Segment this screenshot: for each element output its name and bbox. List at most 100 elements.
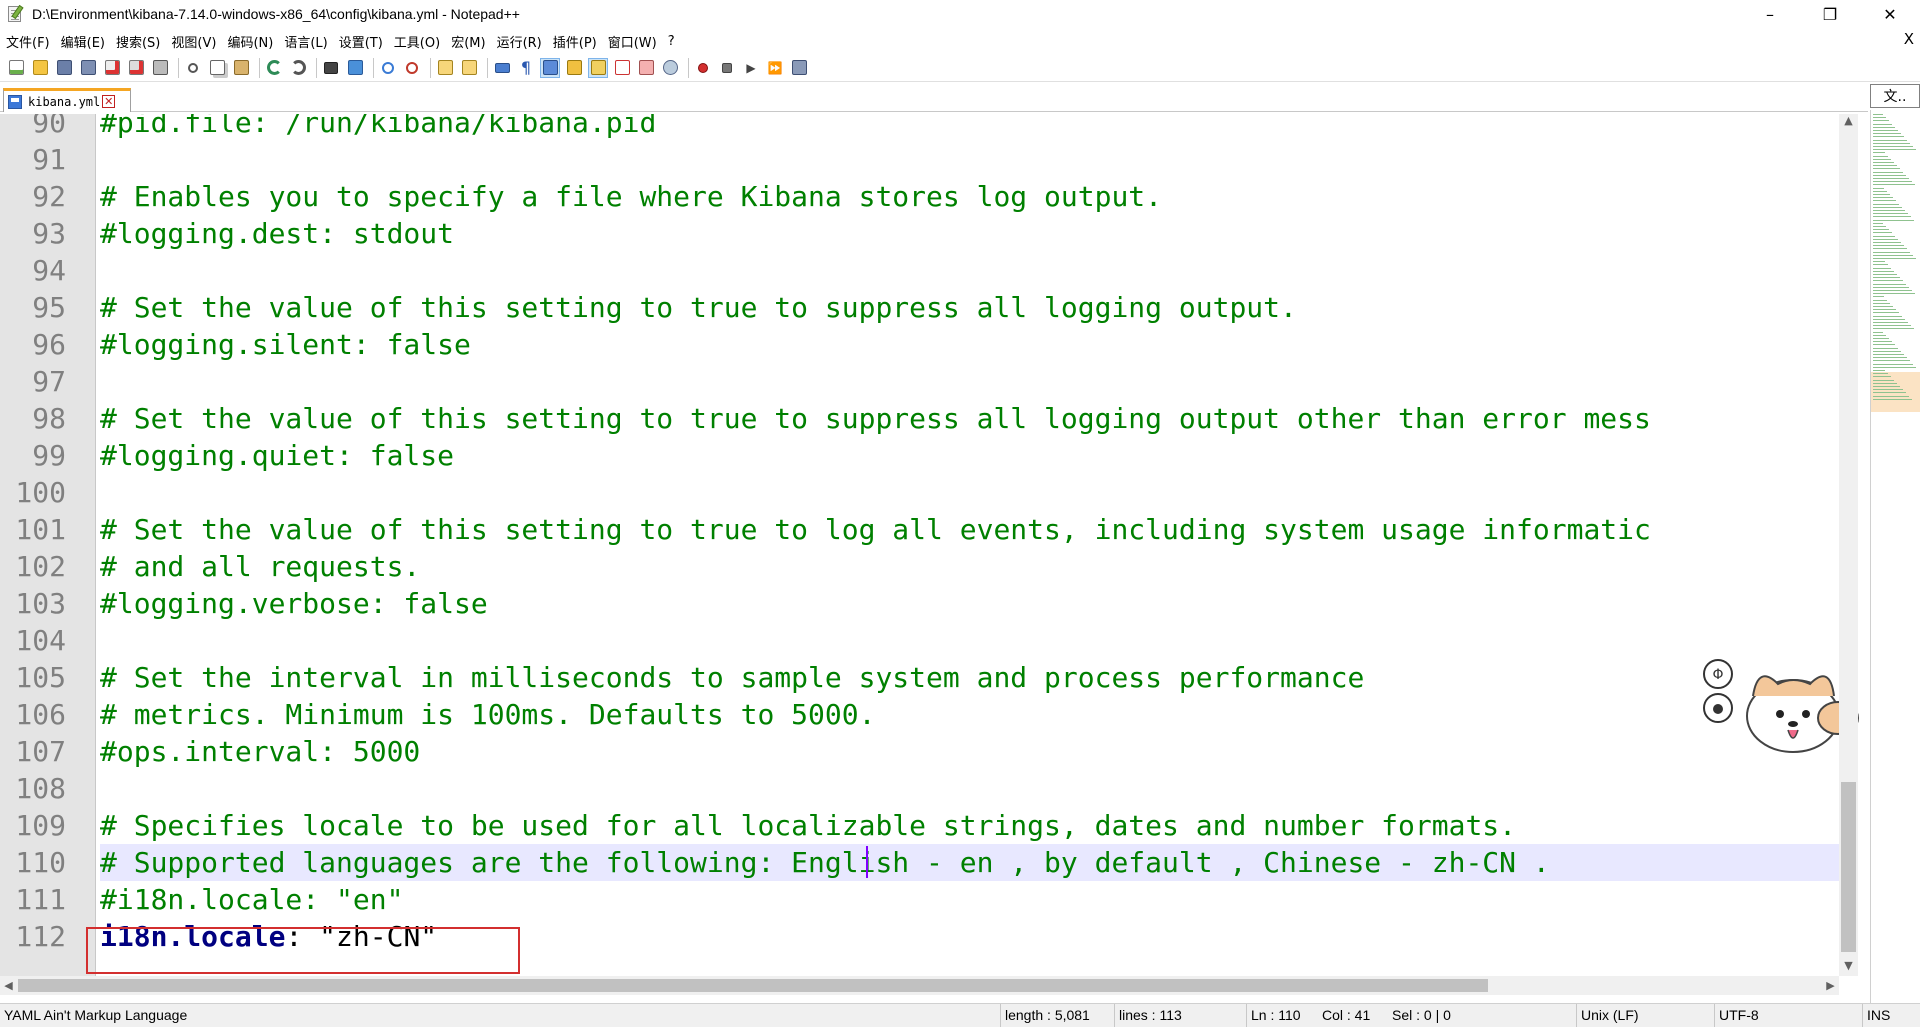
code-line[interactable]: 93 #logging.dest: stdout	[0, 215, 1839, 252]
sync-horizontal-icon[interactable]	[459, 58, 479, 78]
menu-macro[interactable]: 宏(M)	[451, 32, 485, 51]
document-map-line	[1873, 398, 1912, 400]
horizontal-scroll-thumb[interactable]	[18, 979, 1488, 992]
zoom-out-icon[interactable]	[402, 58, 422, 78]
indent-guide-icon[interactable]	[540, 57, 560, 78]
print-icon[interactable]	[150, 58, 170, 78]
menu-language[interactable]: 语言(L)	[284, 32, 327, 51]
scroll-down-icon[interactable]: ▼	[1839, 959, 1858, 976]
line-text: # Set the value of this setting to true …	[100, 513, 1651, 546]
code-line[interactable]: 90 #pid.file: /run/kibana/kibana.pid	[0, 114, 1839, 141]
close-all-icon[interactable]	[126, 58, 146, 78]
code-line[interactable]: 97	[0, 363, 1839, 400]
zoom-in-icon[interactable]	[378, 58, 398, 78]
vertical-scroll-thumb[interactable]	[1841, 782, 1856, 952]
document-map-header[interactable]: 文..	[1870, 84, 1920, 108]
scroll-left-icon[interactable]: ◀	[0, 976, 17, 995]
code-line[interactable]: 106 # metrics. Minimum is 100ms. Defaults…	[0, 696, 1839, 733]
save-all-icon[interactable]	[78, 58, 98, 78]
menu-tools[interactable]: 工具(O)	[394, 32, 440, 51]
close-file-icon[interactable]	[102, 58, 122, 78]
tab-kibana-yml[interactable]: kibana.yml ✕	[3, 88, 131, 112]
stop-macro-icon[interactable]	[717, 58, 737, 78]
tab-close-icon[interactable]: ✕	[102, 95, 116, 108]
code-line[interactable]: 94	[0, 252, 1839, 289]
menu-help[interactable]: ?	[668, 34, 675, 49]
code-line[interactable]: 91	[0, 141, 1839, 178]
replace-icon[interactable]	[345, 58, 365, 78]
udl-icon[interactable]	[564, 58, 584, 78]
status-insert-mode: INS	[1862, 1004, 1920, 1027]
code-line[interactable]: 111 #i18n.locale: "en"	[0, 881, 1839, 918]
document-map-line	[1873, 331, 1883, 333]
vertical-scrollbar[interactable]: ▲ ▼	[1839, 114, 1858, 976]
paste-icon[interactable]	[231, 58, 251, 78]
menu-view[interactable]: 视图(V)	[171, 32, 216, 51]
save-macro-icon[interactable]	[789, 58, 809, 78]
close-button[interactable]: ✕	[1860, 0, 1920, 28]
menu-search[interactable]: 搜索(S)	[116, 32, 160, 51]
close-document-button[interactable]: X	[1904, 30, 1914, 48]
toolbar-separator	[430, 57, 431, 78]
word-wrap-icon[interactable]	[492, 58, 512, 78]
menu-window[interactable]: 窗口(W)	[608, 32, 657, 51]
undo-icon[interactable]	[264, 58, 284, 78]
code-line[interactable]: 108	[0, 770, 1839, 807]
code-editor[interactable]: 90 #pid.file: /run/kibana/kibana.pid 91 92 #…	[0, 114, 1839, 976]
status-eol: Unix (LF)	[1576, 1004, 1714, 1027]
code-line[interactable]: 92 # Enables you to specify a file where …	[0, 178, 1839, 215]
save-icon[interactable]	[54, 58, 74, 78]
doc-map-icon[interactable]	[588, 57, 608, 78]
line-number: 106	[15, 698, 66, 731]
document-map[interactable]	[1870, 110, 1920, 1004]
open-file-icon[interactable]	[30, 58, 50, 78]
horizontal-scrollbar[interactable]: ◀ ▶	[0, 976, 1839, 995]
find-icon[interactable]	[321, 58, 341, 78]
document-map-line	[1873, 379, 1894, 381]
sync-vertical-icon[interactable]	[435, 58, 455, 78]
code-line[interactable]: 103 #logging.verbose: false	[0, 585, 1839, 622]
cut-icon[interactable]	[183, 58, 203, 78]
code-line[interactable]: 100	[0, 474, 1839, 511]
document-map-line	[1873, 328, 1914, 330]
code-line[interactable]: 95 # Set the value of this setting to tru…	[0, 289, 1839, 326]
show-all-chars-icon[interactable]: ¶	[516, 58, 536, 78]
menu-bar: 文件(F) 编辑(E) 搜索(S) 视图(V) 编码(N) 语言(L) 设置(T…	[0, 30, 1920, 52]
status-ln: Ln : 110	[1246, 1004, 1318, 1027]
code-line[interactable]: 98 # Set the value of this setting to tru…	[0, 400, 1839, 437]
document-map-line	[1873, 322, 1908, 323]
menu-encoding[interactable]: 编码(N)	[227, 32, 273, 51]
menu-run[interactable]: 运行(R)	[497, 32, 542, 51]
code-line[interactable]: 104	[0, 622, 1839, 659]
code-line[interactable]: 101 # Set the value of this setting to tr…	[0, 511, 1839, 548]
window-controls: – ❐ ✕	[1740, 0, 1920, 28]
menu-settings[interactable]: 设置(T)	[339, 32, 383, 51]
folder-workspace-icon[interactable]	[636, 58, 656, 78]
scroll-up-icon[interactable]: ▲	[1839, 114, 1858, 131]
new-file-icon[interactable]	[6, 58, 26, 78]
copy-icon[interactable]	[207, 58, 227, 78]
document-map-line	[1873, 197, 1893, 199]
menu-file[interactable]: 文件(F)	[6, 32, 50, 51]
document-map-line	[1873, 382, 1897, 384]
function-list-icon[interactable]	[612, 58, 632, 78]
code-line[interactable]: 107 #ops.interval: 5000	[0, 733, 1839, 770]
code-line[interactable]: 105 # Set the interval in milliseconds to…	[0, 659, 1839, 696]
code-line[interactable]: 109 # Specifies locale to be used for all…	[0, 807, 1839, 844]
code-line[interactable]: 102 # and all requests.	[0, 548, 1839, 585]
code-line[interactable]: 99 #logging.quiet: false	[0, 437, 1839, 474]
minimize-button[interactable]: –	[1740, 0, 1800, 28]
line-number: 95	[32, 291, 66, 324]
redo-icon[interactable]	[288, 58, 308, 78]
code-line[interactable]: 110 # Supported languages are the followi…	[0, 844, 1839, 881]
maximize-button[interactable]: ❐	[1800, 0, 1860, 28]
run-macro-multiple-icon[interactable]: ⏩	[765, 58, 785, 78]
record-macro-icon[interactable]	[693, 58, 713, 78]
scroll-right-icon[interactable]: ▶	[1822, 976, 1839, 995]
monitoring-icon[interactable]	[660, 58, 680, 78]
menu-plugins[interactable]: 插件(P)	[553, 32, 597, 51]
menu-edit[interactable]: 编辑(E)	[61, 32, 105, 51]
document-map-line	[1873, 248, 1907, 250]
code-line[interactable]: 96 #logging.silent: false	[0, 326, 1839, 363]
play-macro-icon[interactable]: ▶	[741, 58, 761, 78]
